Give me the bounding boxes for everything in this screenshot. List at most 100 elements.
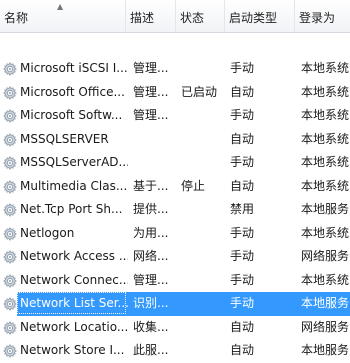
service-log-on-as: 本地系统 — [301, 108, 350, 122]
service-status — [181, 316, 225, 340]
gear-icon — [3, 226, 17, 241]
service-row[interactable]: Microsoft iSCSI I... 管理... 手动 本地系统 — [0, 57, 350, 81]
service-log-on-as: 本地服务 — [301, 343, 350, 357]
column-header-name-label: 名称 — [4, 11, 29, 25]
service-log-on-as: 本地服务 — [301, 202, 350, 216]
service-row[interactable]: MSSQLSERVER 自动 本地系统 — [0, 128, 350, 152]
service-description: 管理... — [133, 84, 169, 99]
service-name: Microsoft Office... — [20, 84, 125, 99]
service-description — [133, 128, 177, 152]
service-description: 识别... — [133, 296, 169, 310]
column-header-description[interactable]: 描述 — [126, 0, 176, 32]
service-row[interactable]: Network List Ser... 识别... 手动 本地服务 — [0, 292, 350, 316]
service-log-on-as: 本地系统 — [301, 272, 350, 287]
service-row[interactable]: MSSQLServerAD... 手动 本地系统 — [0, 151, 350, 175]
service-description: 提供... — [133, 202, 169, 216]
service-status: 已启动 — [181, 84, 218, 99]
column-header-bar: ▲ 名称 描述 状态 启动类型 登录为 — [0, 0, 350, 33]
gear-icon — [3, 250, 17, 264]
service-name: Multimedia Clas... — [20, 178, 128, 193]
service-log-on-as: 本地系统 — [301, 225, 350, 240]
service-name: Network Locatio... — [20, 319, 128, 334]
services-list: ▲ 名称 描述 状态 启动类型 登录为 Microsoft iSCSI I...… — [0, 0, 350, 358]
gear-icon — [3, 156, 17, 170]
service-name: MSSQLServerAD... — [20, 155, 128, 169]
column-header-description-label: 描述 — [130, 11, 155, 25]
service-name: MSSQLSERVER — [20, 131, 109, 146]
column-header-name[interactable]: ▲ 名称 — [0, 0, 126, 32]
service-status — [181, 57, 225, 81]
service-row[interactable]: Microsoft Office... 管理... 已启动 自动 本地系统 — [0, 81, 350, 105]
column-header-status-label: 状态 — [180, 11, 205, 25]
service-log-on-as: 本地系统 — [301, 61, 350, 75]
service-name: Network Store I... — [20, 343, 125, 357]
service-log-on-as: 网络服务 — [301, 249, 350, 263]
service-startup-type: 手动 — [230, 225, 255, 240]
service-startup-type: 手动 — [230, 61, 255, 75]
service-name: Network List Ser... — [20, 296, 128, 310]
column-header-log-on-as[interactable]: 登录为 — [295, 0, 350, 32]
column-header-startup-type-label: 启动类型 — [229, 11, 278, 25]
service-status — [181, 128, 225, 152]
service-startup-type: 自动 — [230, 84, 255, 99]
service-name: Microsoft iSCSI I... — [20, 61, 128, 75]
service-status — [181, 245, 225, 269]
gear-icon — [3, 273, 17, 288]
service-description: 此服... — [133, 343, 169, 357]
service-description: 收集... — [133, 319, 169, 334]
gear-icon — [3, 109, 17, 123]
service-status — [181, 222, 225, 246]
gear-icon — [3, 62, 17, 76]
service-status: 停止 — [181, 178, 206, 193]
service-startup-type: 自动 — [230, 343, 255, 357]
service-row[interactable]: Network Access ... 网络... 手动 网络服务 — [0, 245, 350, 269]
service-log-on-as: 本地系统 — [301, 178, 350, 193]
service-status — [181, 339, 225, 363]
service-log-on-as: 本地系统 — [301, 155, 350, 169]
service-description: 网络... — [133, 249, 169, 263]
gear-icon — [3, 132, 17, 147]
column-header-status[interactable]: 状态 — [176, 0, 225, 32]
service-description: 管理... — [133, 108, 169, 122]
service-name: Net.Tcp Port Sh... — [20, 202, 123, 216]
service-row[interactable]: Network Connec... 管理... 手动 本地系统 — [0, 269, 350, 293]
column-header-startup-type[interactable]: 启动类型 — [225, 0, 295, 32]
sort-ascending-icon: ▲ — [57, 2, 64, 11]
service-row[interactable]: Network Locatio... 收集... 自动 网络服务 — [0, 316, 350, 340]
gear-icon — [3, 203, 17, 217]
service-status — [181, 198, 225, 222]
service-row[interactable]: Netlogon 为用... 手动 本地系统 — [0, 222, 350, 246]
service-status — [181, 292, 225, 316]
service-log-on-as: 本地系统 — [301, 131, 350, 146]
service-name: Microsoft Softw... — [20, 108, 123, 122]
gear-icon — [3, 85, 17, 100]
service-row[interactable]: Multimedia Clas... 基于... 停止 自动 本地系统 — [0, 175, 350, 199]
service-row[interactable]: Microsoft Softw... 管理... 手动 本地系统 — [0, 104, 350, 128]
column-header-log-on-as-label: 登录为 — [299, 11, 336, 25]
service-log-on-as: 网络服务 — [301, 319, 350, 334]
service-startup-type: 自动 — [230, 131, 255, 146]
service-status — [181, 269, 225, 293]
service-startup-type: 手动 — [230, 272, 255, 287]
service-name: Network Access ... — [20, 249, 128, 263]
service-description: 为用... — [133, 225, 169, 240]
service-row[interactable]: Net.Tcp Port Sh... 提供... 禁用 本地服务 — [0, 198, 350, 222]
service-description: 管理... — [133, 61, 169, 75]
service-startup-type: 自动 — [230, 319, 255, 334]
service-startup-type: 手动 — [230, 108, 255, 122]
service-startup-type: 手动 — [230, 249, 255, 263]
gear-icon — [3, 179, 17, 194]
service-startup-type: 手动 — [230, 155, 255, 169]
service-description: 管理... — [133, 272, 169, 287]
service-status — [181, 104, 225, 128]
service-row[interactable]: Network Store I... 此服... 自动 本地服务 — [0, 339, 350, 363]
service-name: Netlogon — [20, 225, 75, 240]
service-name: Network Connec... — [20, 272, 128, 287]
service-rows: Microsoft iSCSI I... 管理... 手动 本地系统 Microsoft… — [0, 57, 350, 363]
service-startup-type: 自动 — [230, 178, 255, 193]
service-startup-type: 禁用 — [230, 202, 255, 216]
service-startup-type: 手动 — [230, 296, 255, 310]
gear-icon — [3, 344, 17, 358]
service-description — [133, 151, 177, 175]
service-status — [181, 151, 225, 175]
